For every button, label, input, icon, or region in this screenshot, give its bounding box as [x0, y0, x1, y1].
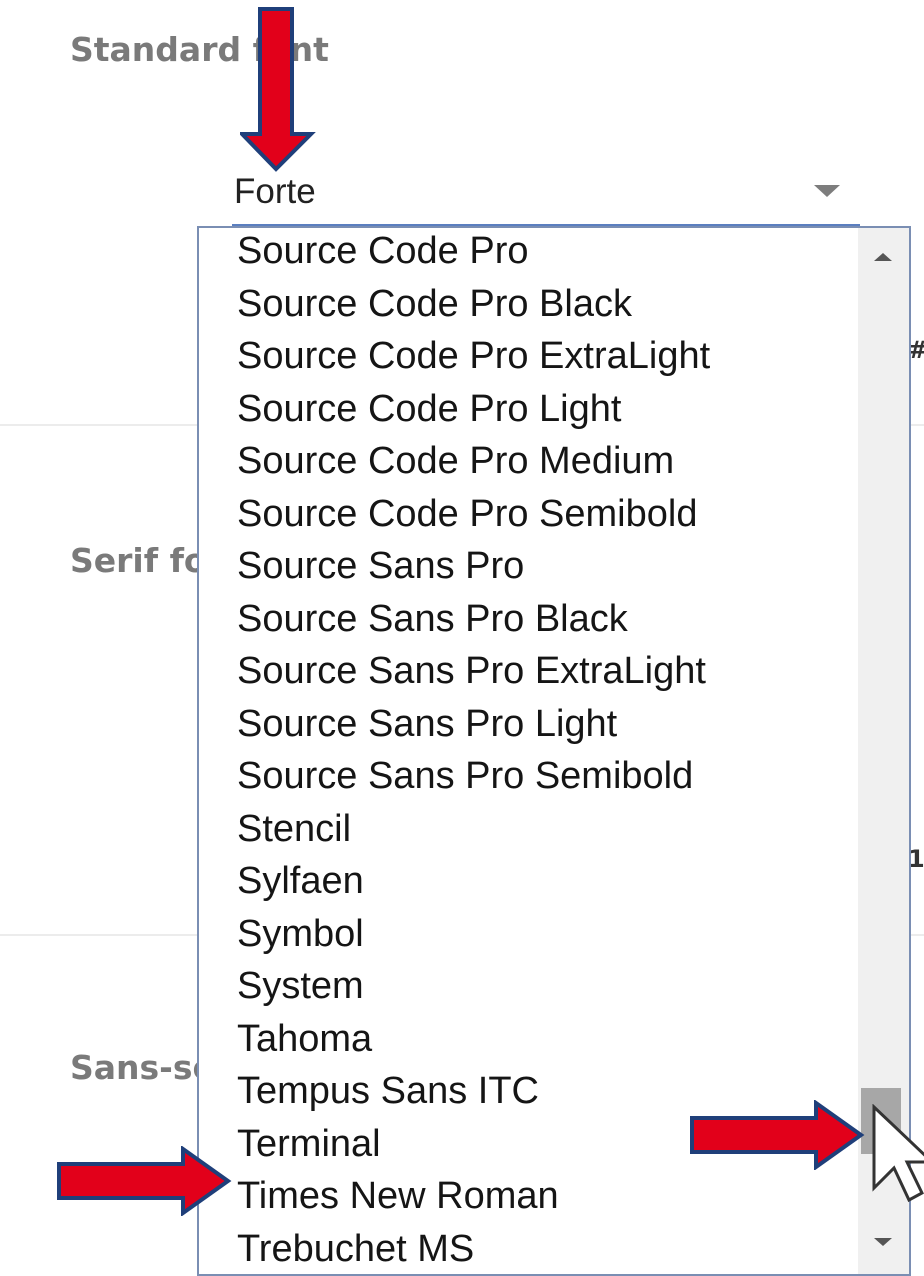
font-option[interactable]: Source Sans Pro Semibold — [237, 750, 710, 803]
font-option[interactable]: Tahoma — [237, 1013, 710, 1066]
right-arrow-annotation-icon — [57, 1146, 232, 1216]
standard-font-select[interactable]: Forte — [232, 166, 860, 226]
down-arrow-annotation-icon — [240, 7, 316, 172]
mouse-pointer-icon — [872, 1104, 924, 1203]
font-option[interactable]: Source Sans Pro Black — [237, 593, 710, 646]
font-options: Source Code Pro Source Code Pro Black Sour… — [237, 228, 710, 1275]
font-option[interactable]: Stencil — [237, 803, 710, 856]
font-option[interactable]: Source Sans Pro Light — [237, 698, 710, 751]
triangle-down-icon[interactable] — [814, 185, 840, 197]
font-option[interactable]: Source Code Pro ExtraLight — [237, 330, 710, 383]
font-option[interactable]: System — [237, 960, 710, 1013]
scroll-up-icon[interactable] — [874, 253, 892, 261]
font-option[interactable]: Times New Roman — [237, 1170, 710, 1223]
font-option[interactable]: Source Sans Pro — [237, 540, 710, 593]
scroll-down-icon[interactable] — [874, 1238, 892, 1246]
font-option[interactable]: Source Code Pro Black — [237, 278, 710, 331]
font-option[interactable]: Source Code Pro Light — [237, 383, 710, 436]
font-option[interactable]: Source Sans Pro ExtraLight — [237, 645, 710, 698]
font-option[interactable]: Source Code Pro — [237, 228, 710, 278]
font-option[interactable]: Source Code Pro Semibold — [237, 488, 710, 541]
font-option[interactable]: Terminal — [237, 1118, 710, 1171]
font-option[interactable]: Source Code Pro Medium — [237, 435, 710, 488]
right-arrow-annotation-icon — [690, 1100, 865, 1170]
font-option[interactable]: Trebuchet MS — [237, 1223, 710, 1275]
selected-font-value: Forte — [234, 172, 316, 211]
font-option[interactable]: Sylfaen — [237, 855, 710, 908]
font-option[interactable]: Tempus Sans ITC — [237, 1065, 710, 1118]
font-option[interactable]: Symbol — [237, 908, 710, 961]
